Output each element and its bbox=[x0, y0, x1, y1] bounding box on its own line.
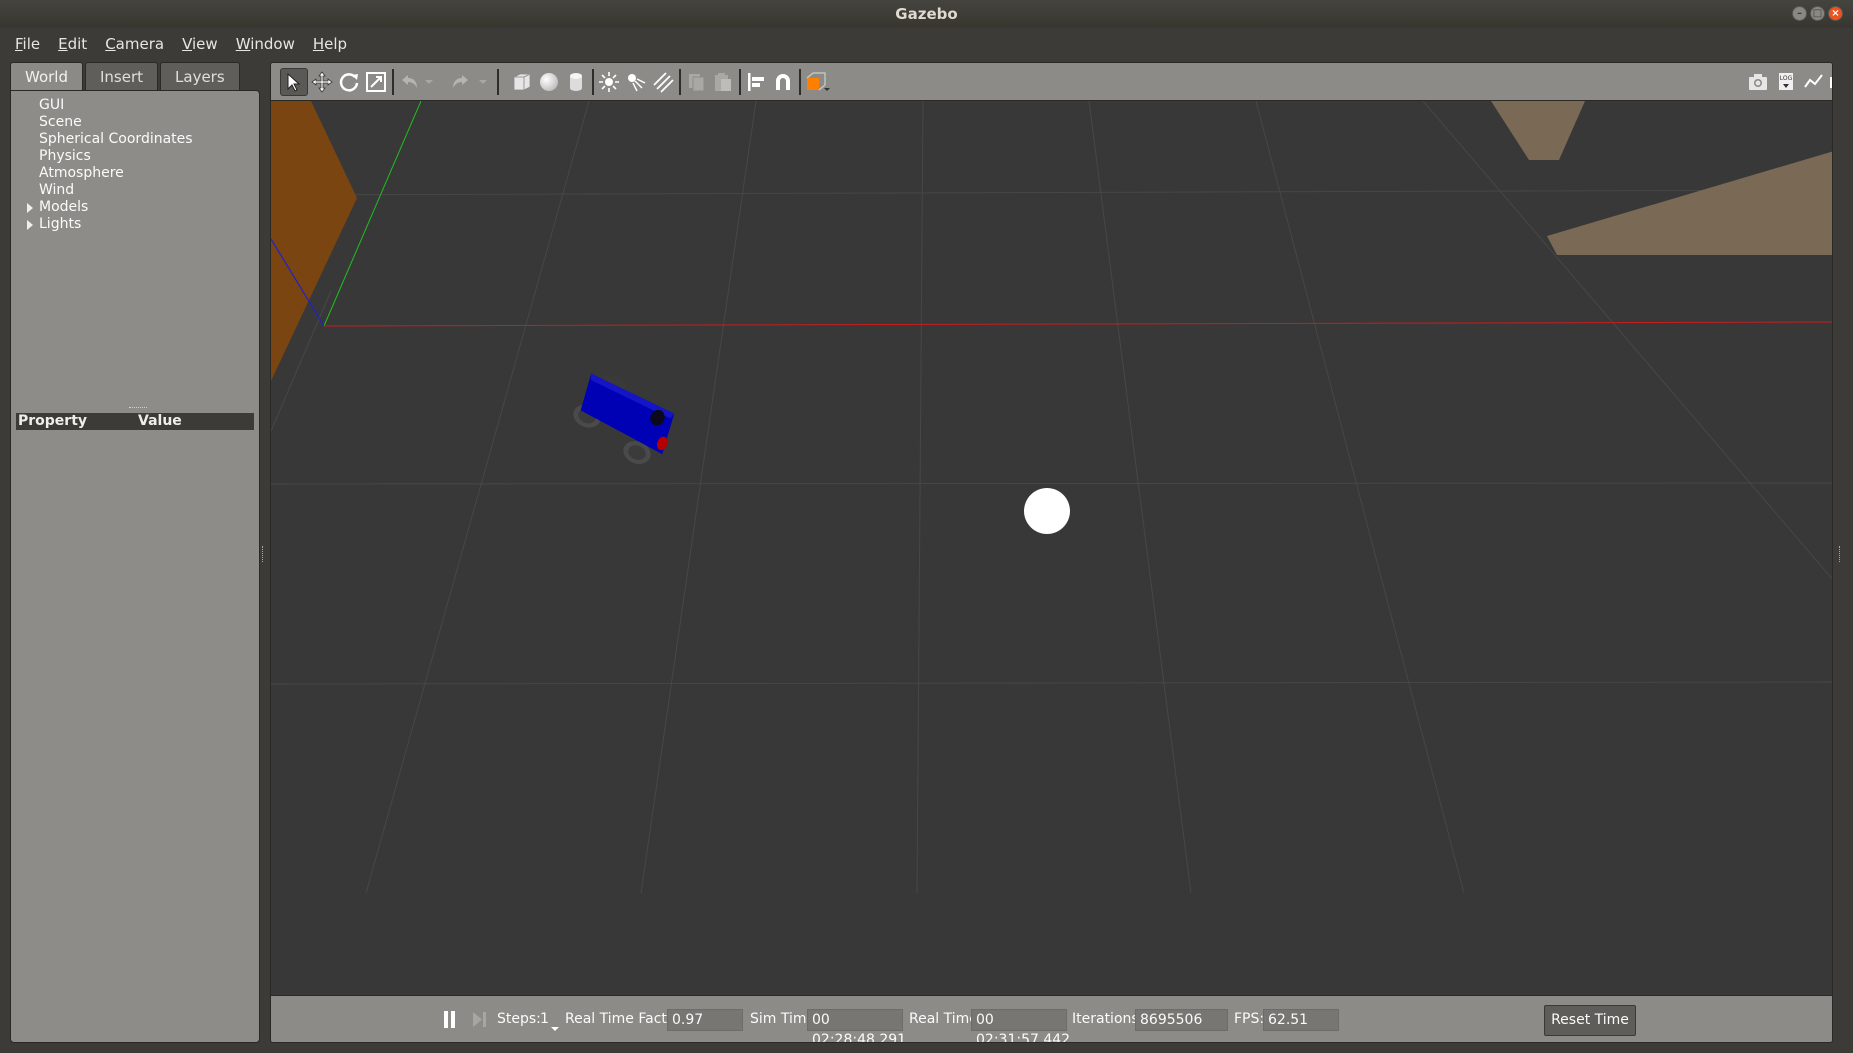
undo-dropdown-icon[interactable] bbox=[421, 68, 437, 96]
tree-item-wind[interactable]: Wind bbox=[39, 182, 193, 199]
tree-item-lights[interactable]: Lights bbox=[27, 216, 193, 233]
world-panel: GUI Scene Spherical Coordinates Physics … bbox=[10, 90, 260, 1043]
tree-item-physics[interactable]: Physics bbox=[39, 148, 193, 165]
tree-item-scene[interactable]: Scene bbox=[39, 114, 193, 131]
tree-item-label: Models bbox=[39, 199, 89, 215]
left-panel: World Insert Layers GUI Scene Spherical … bbox=[10, 62, 260, 1043]
3d-scene-viewport[interactable] bbox=[271, 101, 1833, 995]
sphere-shape-icon[interactable] bbox=[535, 68, 563, 96]
expand-arrow-icon[interactable] bbox=[27, 203, 33, 213]
undo-icon[interactable] bbox=[395, 68, 423, 96]
iterations-field: 8695506 bbox=[1135, 1009, 1228, 1031]
maximize-icon[interactable]: □ bbox=[1810, 6, 1825, 21]
steps-label: Steps: bbox=[497, 1011, 541, 1027]
menu-window[interactable]: Window bbox=[227, 28, 304, 60]
steps-dropdown-icon[interactable] bbox=[550, 1017, 560, 1031]
world-tree: GUI Scene Spherical Coordinates Physics … bbox=[27, 97, 193, 233]
directional-light-icon[interactable] bbox=[649, 68, 677, 96]
value-column-header: Value bbox=[138, 413, 182, 429]
spot-light-icon[interactable] bbox=[622, 68, 650, 96]
panel-splitter-handle[interactable] bbox=[129, 407, 147, 410]
white-sphere-target bbox=[1024, 488, 1070, 534]
copy-icon[interactable] bbox=[682, 68, 710, 96]
rotate-icon[interactable] bbox=[335, 68, 363, 96]
status-bar: Steps: 1 Real Time Factor: 0.97 Sim Time… bbox=[271, 995, 1832, 1042]
right-panel-collapse-handle[interactable] bbox=[1839, 546, 1842, 562]
tab-world[interactable]: World bbox=[10, 62, 83, 90]
box-shape-icon[interactable] bbox=[508, 68, 536, 96]
cylinder-shape-icon[interactable] bbox=[562, 68, 590, 96]
toolbar: LOG bbox=[271, 63, 1832, 101]
paste-icon[interactable] bbox=[709, 68, 737, 96]
log-icon[interactable]: LOG bbox=[1772, 68, 1800, 96]
sim-time-field: 00 02:28:48.291 bbox=[807, 1009, 906, 1042]
select-arrow-icon[interactable] bbox=[280, 68, 308, 96]
real-time-field: 00 02:31:57.442 bbox=[971, 1009, 1070, 1042]
view-angle-icon[interactable] bbox=[802, 68, 834, 96]
tab-insert[interactable]: Insert bbox=[85, 62, 159, 90]
align-icon[interactable] bbox=[742, 68, 770, 96]
redo-dropdown-icon[interactable] bbox=[475, 68, 491, 96]
left-panel-collapse-handle[interactable] bbox=[262, 546, 265, 562]
menubar: File Edit Camera View Window Help bbox=[0, 28, 1853, 60]
iterations-label: Iterations: bbox=[1072, 1011, 1144, 1027]
scale-icon[interactable] bbox=[362, 68, 390, 96]
snap-magnet-icon[interactable] bbox=[769, 68, 797, 96]
screenshot-camera-icon[interactable] bbox=[1744, 68, 1772, 96]
left-panel-tabs: World Insert Layers bbox=[10, 62, 260, 90]
real-time-factor-field: 0.97 bbox=[667, 1009, 743, 1031]
window-title: Gazebo bbox=[895, 5, 958, 23]
fps-field: 62.51 bbox=[1263, 1009, 1339, 1031]
fps-label: FPS: bbox=[1234, 1011, 1265, 1027]
point-light-icon[interactable] bbox=[595, 68, 623, 96]
tree-item-spherical-coordinates[interactable]: Spherical Coordinates bbox=[39, 131, 193, 148]
tree-item-label: Lights bbox=[39, 216, 82, 232]
render-view-frame: LOG Steps: 1 Real Time Factor: 0.97 Sim … bbox=[270, 62, 1833, 1043]
minimize-icon[interactable]: – bbox=[1792, 6, 1807, 21]
step-forward-icon[interactable] bbox=[471, 1011, 487, 1028]
close-icon[interactable]: × bbox=[1828, 6, 1843, 21]
expand-arrow-icon[interactable] bbox=[27, 220, 33, 230]
svg-text:LOG: LOG bbox=[1780, 75, 1793, 82]
menu-view[interactable]: View bbox=[173, 28, 227, 60]
redo-icon[interactable] bbox=[447, 68, 475, 96]
window-controls: – □ × bbox=[1792, 6, 1843, 21]
tree-item-gui[interactable]: GUI bbox=[39, 97, 193, 114]
translate-icon[interactable] bbox=[308, 68, 336, 96]
menu-help[interactable]: Help bbox=[304, 28, 356, 60]
tree-item-atmosphere[interactable]: Atmosphere bbox=[39, 165, 193, 182]
menu-file[interactable]: File bbox=[6, 28, 49, 60]
tree-item-models[interactable]: Models bbox=[27, 199, 193, 216]
plot-icon[interactable] bbox=[1800, 68, 1828, 96]
menu-edit[interactable]: Edit bbox=[49, 28, 96, 60]
pause-icon[interactable] bbox=[442, 1011, 458, 1028]
property-column-header: Property bbox=[18, 413, 88, 429]
property-table-header: Property Value bbox=[16, 413, 254, 430]
reset-time-button[interactable]: Reset Time bbox=[1544, 1005, 1636, 1036]
menu-camera[interactable]: Camera bbox=[96, 28, 173, 60]
record-video-icon[interactable] bbox=[1827, 68, 1832, 96]
window-titlebar: Gazebo – □ × bbox=[0, 0, 1853, 28]
tab-layers[interactable]: Layers bbox=[160, 62, 240, 90]
steps-value[interactable]: 1 bbox=[540, 1011, 549, 1027]
